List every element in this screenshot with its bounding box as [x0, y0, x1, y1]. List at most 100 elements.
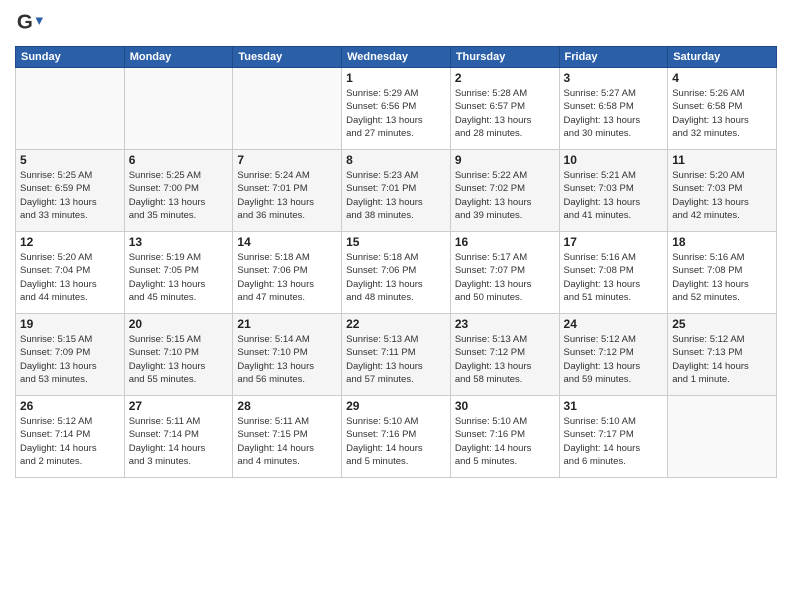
day-info: Sunrise: 5:18 AM Sunset: 7:06 PM Dayligh…: [237, 251, 337, 304]
calendar-cell: 23Sunrise: 5:13 AM Sunset: 7:12 PM Dayli…: [450, 314, 559, 396]
day-info: Sunrise: 5:15 AM Sunset: 7:09 PM Dayligh…: [20, 333, 120, 386]
day-number: 10: [564, 153, 664, 167]
day-number: 27: [129, 399, 229, 413]
day-number: 7: [237, 153, 337, 167]
day-info: Sunrise: 5:28 AM Sunset: 6:57 PM Dayligh…: [455, 87, 555, 140]
day-info: Sunrise: 5:27 AM Sunset: 6:58 PM Dayligh…: [564, 87, 664, 140]
day-info: Sunrise: 5:16 AM Sunset: 7:08 PM Dayligh…: [564, 251, 664, 304]
day-info: Sunrise: 5:12 AM Sunset: 7:13 PM Dayligh…: [672, 333, 772, 386]
day-info: Sunrise: 5:13 AM Sunset: 7:11 PM Dayligh…: [346, 333, 446, 386]
calendar-cell: 8 Sunrise: 5:23 AM Sunset: 7:01 PM Daylig…: [342, 150, 451, 232]
calendar-cell: 3 Sunrise: 5:27 AM Sunset: 6:58 PM Daylig…: [559, 68, 668, 150]
day-number: 29: [346, 399, 446, 413]
day-info: Sunrise: 5:25 AM Sunset: 7:00 PM Dayligh…: [129, 169, 229, 222]
day-number: 6: [129, 153, 229, 167]
calendar-cell: 29 Sunrise: 5:10 AM Sunset: 7:16 PM Dayli…: [342, 396, 451, 478]
calendar-cell: 17 Sunrise: 5:16 AM Sunset: 7:08 PM Dayli…: [559, 232, 668, 314]
day-header-sunday: Sunday: [16, 47, 125, 68]
day-number: 19: [20, 317, 120, 331]
day-info: Sunrise: 5:20 AM Sunset: 7:03 PM Dayligh…: [672, 169, 772, 222]
day-info: Sunrise: 5:25 AM Sunset: 6:59 PM Dayligh…: [20, 169, 120, 222]
day-info: Sunrise: 5:21 AM Sunset: 7:03 PM Dayligh…: [564, 169, 664, 222]
day-number: 21: [237, 317, 337, 331]
calendar-table: SundayMondayTuesdayWednesdayThursdayFrid…: [15, 46, 777, 478]
day-number: 15: [346, 235, 446, 249]
calendar-cell: [668, 396, 777, 478]
day-number: 31: [564, 399, 664, 413]
calendar-cell: [233, 68, 342, 150]
calendar-cell: 10 Sunrise: 5:21 AM Sunset: 7:03 PM Dayli…: [559, 150, 668, 232]
day-info: Sunrise: 5:24 AM Sunset: 7:01 PM Dayligh…: [237, 169, 337, 222]
day-number: 18: [672, 235, 772, 249]
day-number: 14: [237, 235, 337, 249]
calendar-cell: 4 Sunrise: 5:26 AM Sunset: 6:58 PM Daylig…: [668, 68, 777, 150]
calendar-cell: 28 Sunrise: 5:11 AM Sunset: 7:15 PM Dayli…: [233, 396, 342, 478]
day-number: 4: [672, 71, 772, 85]
day-number: 25: [672, 317, 772, 331]
calendar-cell: 13 Sunrise: 5:19 AM Sunset: 7:05 PM Dayli…: [124, 232, 233, 314]
day-info: Sunrise: 5:26 AM Sunset: 6:58 PM Dayligh…: [672, 87, 772, 140]
day-number: 9: [455, 153, 555, 167]
day-number: 8: [346, 153, 446, 167]
day-info: Sunrise: 5:14 AM Sunset: 7:10 PM Dayligh…: [237, 333, 337, 386]
day-info: Sunrise: 5:17 AM Sunset: 7:07 PM Dayligh…: [455, 251, 555, 304]
day-info: Sunrise: 5:13 AM Sunset: 7:12 PM Dayligh…: [455, 333, 555, 386]
day-header-saturday: Saturday: [668, 47, 777, 68]
calendar-cell: 25 Sunrise: 5:12 AM Sunset: 7:13 PM Dayli…: [668, 314, 777, 396]
day-info: Sunrise: 5:23 AM Sunset: 7:01 PM Dayligh…: [346, 169, 446, 222]
day-info: Sunrise: 5:29 AM Sunset: 6:56 PM Dayligh…: [346, 87, 446, 140]
calendar-cell: 11 Sunrise: 5:20 AM Sunset: 7:03 PM Dayli…: [668, 150, 777, 232]
day-header-tuesday: Tuesday: [233, 47, 342, 68]
header: G: [15, 10, 777, 38]
day-number: 13: [129, 235, 229, 249]
day-number: 30: [455, 399, 555, 413]
calendar-cell: 6 Sunrise: 5:25 AM Sunset: 7:00 PM Daylig…: [124, 150, 233, 232]
day-number: 3: [564, 71, 664, 85]
day-info: Sunrise: 5:16 AM Sunset: 7:08 PM Dayligh…: [672, 251, 772, 304]
day-info: Sunrise: 5:10 AM Sunset: 7:16 PM Dayligh…: [346, 415, 446, 468]
calendar-cell: 14 Sunrise: 5:18 AM Sunset: 7:06 PM Dayli…: [233, 232, 342, 314]
day-header-wednesday: Wednesday: [342, 47, 451, 68]
calendar-cell: 15 Sunrise: 5:18 AM Sunset: 7:06 PM Dayli…: [342, 232, 451, 314]
day-info: Sunrise: 5:20 AM Sunset: 7:04 PM Dayligh…: [20, 251, 120, 304]
day-info: Sunrise: 5:22 AM Sunset: 7:02 PM Dayligh…: [455, 169, 555, 222]
day-info: Sunrise: 5:11 AM Sunset: 7:15 PM Dayligh…: [237, 415, 337, 468]
calendar-cell: 9 Sunrise: 5:22 AM Sunset: 7:02 PM Daylig…: [450, 150, 559, 232]
day-number: 20: [129, 317, 229, 331]
day-number: 22: [346, 317, 446, 331]
calendar-cell: 31Sunrise: 5:10 AM Sunset: 7:17 PM Dayli…: [559, 396, 668, 478]
svg-text:G: G: [17, 11, 33, 34]
day-header-friday: Friday: [559, 47, 668, 68]
day-info: Sunrise: 5:18 AM Sunset: 7:06 PM Dayligh…: [346, 251, 446, 304]
calendar-cell: 7 Sunrise: 5:24 AM Sunset: 7:01 PM Daylig…: [233, 150, 342, 232]
day-number: 2: [455, 71, 555, 85]
day-info: Sunrise: 5:12 AM Sunset: 7:12 PM Dayligh…: [564, 333, 664, 386]
day-number: 28: [237, 399, 337, 413]
day-number: 16: [455, 235, 555, 249]
day-info: Sunrise: 5:15 AM Sunset: 7:10 PM Dayligh…: [129, 333, 229, 386]
calendar-cell: 20 Sunrise: 5:15 AM Sunset: 7:10 PM Dayli…: [124, 314, 233, 396]
calendar-cell: 27 Sunrise: 5:11 AM Sunset: 7:14 PM Dayli…: [124, 396, 233, 478]
calendar-cell: 24Sunrise: 5:12 AM Sunset: 7:12 PM Dayli…: [559, 314, 668, 396]
calendar-cell: 16 Sunrise: 5:17 AM Sunset: 7:07 PM Dayli…: [450, 232, 559, 314]
day-info: Sunrise: 5:12 AM Sunset: 7:14 PM Dayligh…: [20, 415, 120, 468]
calendar-cell: 18 Sunrise: 5:16 AM Sunset: 7:08 PM Dayli…: [668, 232, 777, 314]
day-header-thursday: Thursday: [450, 47, 559, 68]
calendar-cell: 26Sunrise: 5:12 AM Sunset: 7:14 PM Dayli…: [16, 396, 125, 478]
calendar-cell: 22 Sunrise: 5:13 AM Sunset: 7:11 PM Dayli…: [342, 314, 451, 396]
day-number: 5: [20, 153, 120, 167]
calendar-cell: 30 Sunrise: 5:10 AM Sunset: 7:16 PM Dayli…: [450, 396, 559, 478]
day-number: 17: [564, 235, 664, 249]
calendar-cell: 2 Sunrise: 5:28 AM Sunset: 6:57 PM Daylig…: [450, 68, 559, 150]
day-info: Sunrise: 5:19 AM Sunset: 7:05 PM Dayligh…: [129, 251, 229, 304]
calendar-cell: 5 Sunrise: 5:25 AM Sunset: 6:59 PM Daylig…: [16, 150, 125, 232]
calendar-cell: 21 Sunrise: 5:14 AM Sunset: 7:10 PM Dayli…: [233, 314, 342, 396]
calendar-cell: [16, 68, 125, 150]
day-info: Sunrise: 5:10 AM Sunset: 7:16 PM Dayligh…: [455, 415, 555, 468]
day-number: 12: [20, 235, 120, 249]
day-info: Sunrise: 5:11 AM Sunset: 7:14 PM Dayligh…: [129, 415, 229, 468]
logo: G: [15, 10, 43, 38]
day-number: 11: [672, 153, 772, 167]
calendar-cell: 1Sunrise: 5:29 AM Sunset: 6:56 PM Daylig…: [342, 68, 451, 150]
calendar-cell: 19 Sunrise: 5:15 AM Sunset: 7:09 PM Dayli…: [16, 314, 125, 396]
